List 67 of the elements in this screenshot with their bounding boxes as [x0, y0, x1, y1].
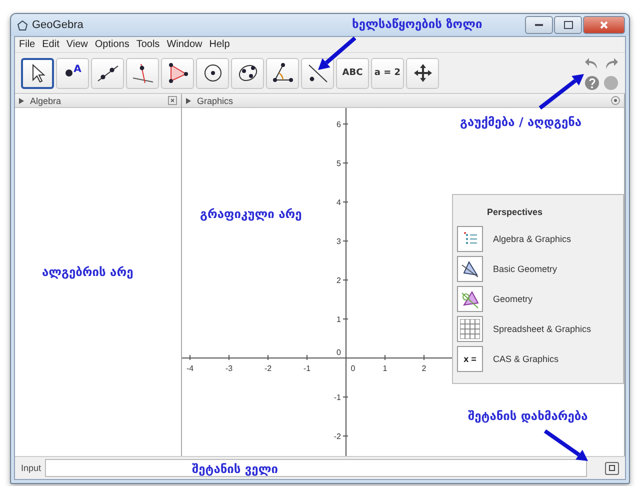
- annotation: გრაფიკული არე: [200, 207, 302, 221]
- panel-title: Algebra: [30, 96, 62, 106]
- tool-button[interactable]: [21, 58, 54, 88]
- close-icon[interactable]: [168, 96, 177, 105]
- angle-icon: [270, 62, 294, 84]
- app-icon: [17, 20, 28, 30]
- window-title: GeoGebra: [32, 19, 84, 31]
- axis-label: 2: [336, 276, 341, 285]
- axis-label: 1: [382, 364, 388, 373]
- menu-item[interactable]: Tools: [136, 39, 160, 50]
- shapes-icon: [457, 286, 483, 312]
- square-icon: [609, 465, 615, 471]
- table-icon: [457, 316, 483, 342]
- tool-button[interactable]: a = 2: [371, 58, 404, 88]
- tool-button[interactable]: A: [56, 58, 89, 88]
- menu-item[interactable]: Edit: [42, 39, 60, 50]
- annotation: გაუქმება / აღდგენა: [460, 115, 582, 129]
- panel-title: Graphics: [197, 96, 234, 106]
- menu-item[interactable]: Window: [166, 39, 202, 50]
- perspective-option[interactable]: Geometry: [493, 294, 533, 304]
- input-field[interactable]: [45, 459, 587, 477]
- close-button[interactable]: [583, 16, 625, 34]
- perspective-option[interactable]: Spreadsheet & Graphics: [493, 324, 592, 334]
- tool-button[interactable]: ABC: [336, 58, 369, 88]
- perspectives-title: Perspectives: [487, 207, 544, 217]
- undo-icon[interactable]: [584, 56, 600, 72]
- perspective-option[interactable]: CAS & Graphics: [493, 354, 559, 364]
- annotation: ხელსაწყოების ზოლი: [352, 17, 482, 31]
- redo-icon[interactable]: [603, 56, 619, 72]
- menu-item[interactable]: Options: [94, 39, 130, 50]
- axis-label: 4: [336, 198, 341, 207]
- axis-label: 2: [422, 364, 426, 373]
- annotation: ალგებრის არე: [42, 265, 134, 279]
- axis-label: -1: [334, 393, 341, 402]
- menu-item[interactable]: File: [19, 39, 36, 50]
- menu-item[interactable]: View: [66, 39, 88, 50]
- menu-item[interactable]: Help: [209, 39, 230, 50]
- minimize-button[interactable]: [525, 16, 553, 34]
- maximize-button[interactable]: [554, 16, 582, 34]
- maximize-icon: [564, 21, 572, 29]
- axis-label: -2: [334, 432, 341, 441]
- axis-label: -2: [264, 364, 272, 373]
- help-icon[interactable]: [584, 74, 600, 90]
- axis-label: 0: [350, 364, 356, 373]
- list-icon: [457, 226, 483, 252]
- close-icon: [600, 21, 608, 29]
- axis-label: -3: [225, 364, 233, 373]
- axis-label: 5: [336, 159, 341, 168]
- axis-label: 1: [336, 315, 341, 324]
- close-icon[interactable]: [611, 96, 620, 105]
- minimize-icon: [535, 23, 543, 27]
- axis-label: 6: [336, 120, 341, 129]
- perspective-option[interactable]: Basic Geometry: [493, 264, 558, 274]
- perspective-option[interactable]: Algebra & Graphics: [493, 234, 572, 244]
- perpendicular-lines-icon: [130, 62, 154, 84]
- input-label: Input: [21, 463, 42, 473]
- expand-icon[interactable]: [186, 98, 191, 104]
- axis-label: 0: [336, 348, 341, 357]
- point-icon: [64, 68, 74, 78]
- annotation: შეტანის ველი: [192, 462, 278, 476]
- axis-label: 3: [336, 237, 341, 246]
- cas-icon: x =: [457, 346, 483, 372]
- axis-label: -1: [303, 364, 311, 373]
- axis-label: -4: [186, 364, 194, 373]
- annotation: შეტანის დახმარება: [468, 409, 588, 423]
- input-help-button[interactable]: [605, 462, 619, 474]
- expand-icon[interactable]: [19, 98, 24, 104]
